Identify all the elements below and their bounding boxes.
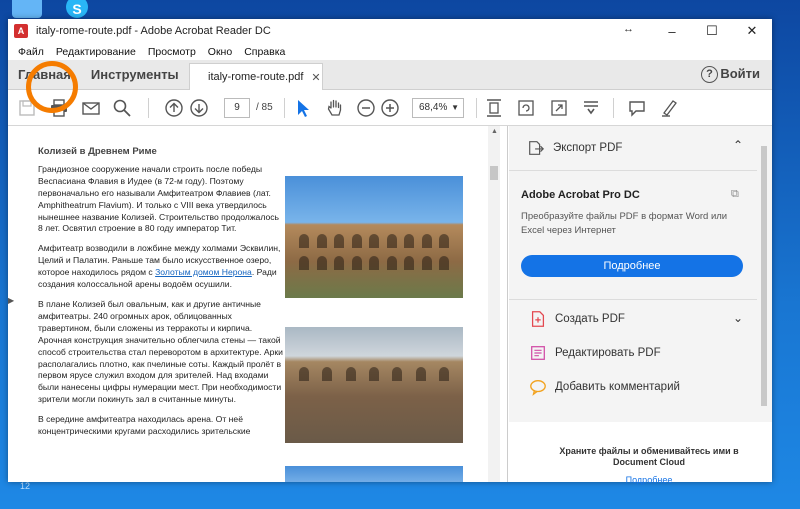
- maximize-button[interactable]: ☐: [692, 19, 732, 43]
- document-cloud-icon: ⧉: [731, 188, 739, 200]
- add-comment-label: Добавить комментарий: [555, 381, 680, 393]
- left-panel-toggle-icon[interactable]: ▶: [8, 296, 14, 305]
- colosseum-interior-photo: [285, 327, 463, 443]
- tool-add-comment[interactable]: Добавить комментарий: [509, 370, 757, 404]
- page-total: / 85: [256, 102, 273, 113]
- login-button[interactable]: Войти: [720, 66, 760, 81]
- export-pdf-icon: [529, 141, 545, 155]
- export-pdf-label: Экспорт PDF: [553, 142, 623, 154]
- read-mode-icon[interactable]: [580, 97, 602, 119]
- cloud-promo-title: Храните файлы и обменивайтесь ими в Docu…: [559, 446, 739, 467]
- full-screen-icon[interactable]: [548, 97, 570, 119]
- desktop-corner-number: 12: [20, 481, 31, 491]
- minimize-button[interactable]: –: [652, 19, 692, 43]
- document-heading: Колизей в Древнем Риме: [38, 146, 157, 157]
- zoom-value: 68,4%: [419, 102, 448, 113]
- create-pdf-label: Создать PDF: [555, 313, 625, 325]
- title-bar: A italy-rome-route.pdf - Adobe Acrobat R…: [8, 19, 772, 43]
- create-pdf-icon: [529, 310, 547, 328]
- tools-side-panel: Экспорт PDF ⌃ Adobe Acrobat Pro DC ⧉ Пре…: [509, 126, 772, 485]
- zoom-select[interactable]: 68,4% ▼: [412, 98, 464, 118]
- scrollbar-thumb[interactable]: [490, 166, 498, 180]
- chevron-down-icon: ▼: [451, 103, 459, 112]
- document-paragraph: В середине амфитеатра находилась арена. …: [38, 414, 251, 437]
- toolbar: 9 / 85 68,4% ▼: [8, 90, 772, 126]
- document-viewer[interactable]: ▶ Колизей в Древнем Риме Грандиозное соо…: [8, 126, 508, 482]
- edit-pdf-icon: [529, 344, 547, 362]
- next-page-icon[interactable]: [188, 97, 210, 119]
- help-icon[interactable]: ?: [701, 66, 718, 83]
- skype-icon[interactable]: S: [66, 0, 88, 18]
- tab-document-label: italy-rome-route.pdf: [208, 71, 304, 83]
- pro-description: Преобразуйте файлы PDF в формат Word или…: [521, 211, 728, 236]
- highlight-pen-icon[interactable]: [658, 97, 680, 119]
- chevron-down-icon[interactable]: ⌄: [733, 311, 743, 325]
- side-panel-scrollbar[interactable]: [760, 126, 768, 416]
- tool-edit-pdf[interactable]: Редактировать PDF: [509, 336, 757, 370]
- print-highlight-circle: [26, 61, 78, 113]
- acrobat-logo-icon: A: [14, 24, 28, 38]
- document-scrollbar[interactable]: ▲: [488, 126, 500, 482]
- tab-tools[interactable]: Инструменты: [81, 60, 189, 90]
- cloud-learn-more-link[interactable]: Подробнее: [549, 475, 749, 485]
- resize-arrows-icon[interactable]: ↔: [623, 23, 634, 35]
- document-page: Колизей в Древнем Риме Грандиозное соору…: [38, 146, 283, 446]
- scroll-up-icon[interactable]: ▲: [491, 128, 498, 135]
- page-number-input[interactable]: 9: [224, 98, 250, 118]
- zoom-in-icon[interactable]: [379, 97, 401, 119]
- close-button[interactable]: ✕: [732, 19, 772, 43]
- chevron-up-icon[interactable]: ⌃: [733, 138, 743, 152]
- previous-page-icon[interactable]: [163, 97, 185, 119]
- colosseum-photo: [285, 466, 463, 482]
- pro-title: Adobe Acrobat Pro DC: [521, 189, 640, 201]
- tool-create-pdf[interactable]: Создать PDF ⌄: [509, 302, 757, 336]
- email-icon[interactable]: [80, 97, 102, 119]
- tab-bar: Главная Инструменты italy-rome-route.pdf…: [8, 60, 772, 90]
- rotate-icon[interactable]: [515, 97, 537, 119]
- comment-icon[interactable]: [626, 97, 648, 119]
- menu-bar: Файл Редактирование Просмотр Окно Справк…: [8, 43, 772, 60]
- fit-page-icon[interactable]: [483, 97, 505, 119]
- document-paragraph: Грандиозное сооружение начали строить по…: [38, 163, 280, 234]
- acrobat-window: A italy-rome-route.pdf - Adobe Acrobat R…: [8, 19, 772, 485]
- tab-close-icon[interactable]: ✕: [311, 71, 320, 84]
- learn-more-button[interactable]: Подробнее: [521, 255, 743, 277]
- export-pdf-section[interactable]: Экспорт PDF ⌃: [509, 126, 757, 170]
- hand-tool-icon[interactable]: [324, 97, 346, 119]
- menu-view[interactable]: Просмотр: [142, 46, 202, 58]
- colosseum-exterior-photo: [285, 176, 463, 298]
- document-paragraph: В плане Колизей был овальным, как и друг…: [38, 298, 283, 405]
- golden-house-link[interactable]: Золотым домом Нерона: [155, 267, 252, 277]
- menu-window[interactable]: Окно: [202, 46, 238, 58]
- tab-document[interactable]: italy-rome-route.pdf ✕: [189, 63, 323, 90]
- select-tool-icon[interactable]: [292, 97, 314, 119]
- document-paragraph: Амфитеатр возводили в ложбине между холм…: [38, 243, 283, 291]
- window-title: italy-rome-route.pdf - Adobe Acrobat Rea…: [36, 25, 271, 37]
- search-icon[interactable]: [111, 97, 133, 119]
- menu-file[interactable]: Файл: [12, 46, 50, 58]
- edit-pdf-label: Редактировать PDF: [555, 347, 661, 359]
- zoom-out-icon[interactable]: [355, 97, 377, 119]
- comment-bubble-icon: [529, 378, 547, 396]
- desktop-folder-icon[interactable]: [12, 0, 42, 18]
- menu-help[interactable]: Справка: [238, 46, 291, 58]
- menu-edit[interactable]: Редактирование: [50, 46, 142, 58]
